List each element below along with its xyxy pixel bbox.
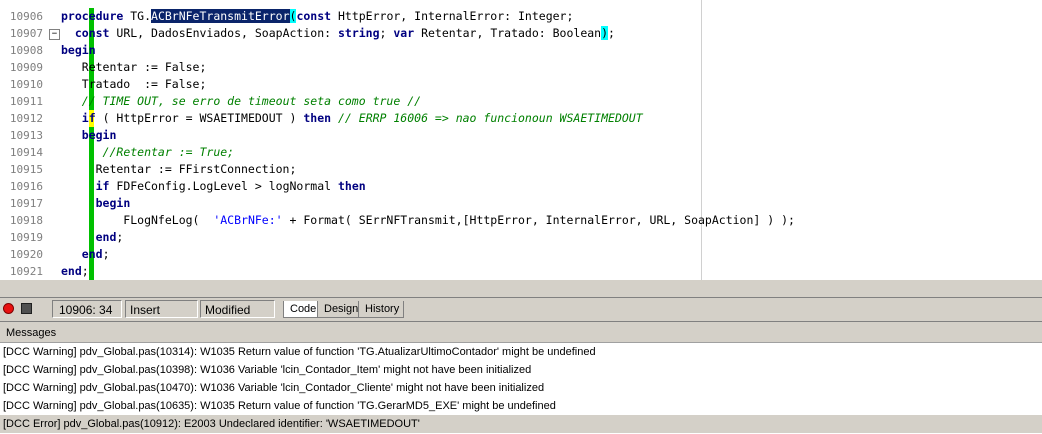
code-line: procedure TG.ACBrNFeTransmitError(const … <box>61 9 574 23</box>
code-line: const URL, DadosEnviados, SoapAction: st… <box>74 26 615 40</box>
stop-macro-icon[interactable] <box>21 303 32 314</box>
line-number: 10912 <box>9 112 43 125</box>
code-line: begin <box>81 128 117 142</box>
code-line: Retentar := FFirstConnection; <box>61 162 297 176</box>
line-number: 10917 <box>9 197 43 210</box>
line-number: 10915 <box>9 163 43 176</box>
code-line: if ( HttpError = WSAETIMEDOUT ) then // … <box>81 111 643 125</box>
code-line: end; <box>95 230 124 244</box>
line-number: 10916 <box>9 180 43 193</box>
tab-history[interactable]: History <box>358 301 405 318</box>
message-item[interactable]: [DCC Warning] pdv_Global.pas(10314): W10… <box>0 343 1042 361</box>
line-number: 10913 <box>9 129 43 142</box>
line-number-gutter: 10905 10906 10907 10908 10909 10910 1091… <box>0 0 44 280</box>
code-line: begin <box>95 196 131 210</box>
line-number: 10921 <box>9 265 43 278</box>
code-editor[interactable]: 10905 10906 10907 10908 10909 10910 1091… <box>0 0 1042 280</box>
line-number: 10918 <box>9 214 43 227</box>
code-line: end; <box>81 247 110 261</box>
modified-state: Modified <box>200 300 275 318</box>
cursor-position: 10906: 34 <box>52 300 122 318</box>
message-item[interactable]: [DCC Warning] pdv_Global.pas(10398): W10… <box>0 361 1042 379</box>
line-number: 10920 <box>9 248 43 261</box>
code-line: Retentar := False; <box>61 60 207 74</box>
code-line: if FDFeConfig.LogLevel > logNormal then <box>95 179 366 193</box>
tab-code[interactable]: Code <box>283 301 322 318</box>
tab-design[interactable]: Design <box>317 301 364 318</box>
line-number: 10914 <box>9 146 43 159</box>
line-number: 10906 <box>9 10 43 23</box>
code-line: // TIME OUT, se erro de timeout seta com… <box>81 94 422 108</box>
code-line: begin <box>61 43 96 57</box>
change-bar <box>44 0 94 280</box>
messages-panel: Messages [DCC Warning] pdv_Global.pas(10… <box>0 321 1042 434</box>
selected-identifier: ACBrNFeTransmitError <box>151 9 290 23</box>
message-item[interactable]: [DCC Warning] pdv_Global.pas(10635): W10… <box>0 397 1042 415</box>
record-macro-icon[interactable] <box>3 303 14 314</box>
line-number: 10911 <box>9 95 43 108</box>
code-line: end; <box>61 264 89 278</box>
message-item[interactable]: [DCC Warning] pdv_Global.pas(10470): W10… <box>0 379 1042 397</box>
editor-status-bar: 10906: 34 Insert Modified Code Design Hi… <box>0 297 1042 320</box>
line-number: 10919 <box>9 231 43 244</box>
line-number: 10910 <box>9 78 43 91</box>
line-number: 10908 <box>9 44 43 57</box>
code-line: FLogNfeLog( 'ACBrNFe:' + Format( SErrNFT… <box>61 213 795 227</box>
fold-collapse-icon[interactable]: − <box>49 29 60 40</box>
message-item-error[interactable]: [DCC Error] pdv_Global.pas(10912): E2003… <box>0 415 1042 433</box>
insert-mode[interactable]: Insert <box>125 300 198 318</box>
messages-title: Messages <box>0 322 1042 343</box>
code-area[interactable]: procedure TG.ACBrNFeTransmitError(const … <box>61 0 1042 280</box>
code-line: //Retentar := True; <box>102 145 235 159</box>
code-line: Tratado := False; <box>61 77 207 91</box>
line-number: 10907 <box>9 27 43 40</box>
line-number: 10909 <box>9 61 43 74</box>
line-number: 10905 <box>0 0 43 5</box>
